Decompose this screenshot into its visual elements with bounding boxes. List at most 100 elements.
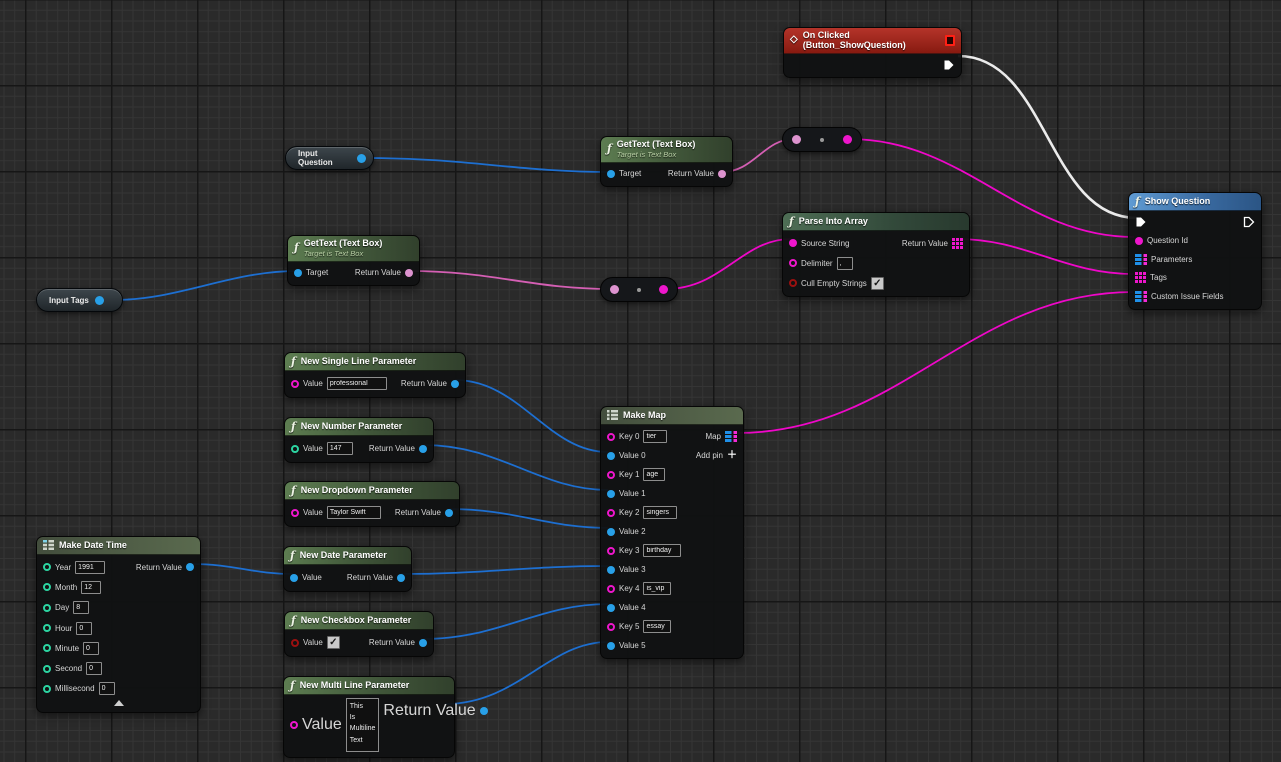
pin-return-value[interactable]: Return Value bbox=[668, 169, 726, 178]
node-make-map[interactable]: Make Map Key 0 Map bbox=[600, 406, 744, 659]
pin-value-0[interactable]: Value 0 bbox=[607, 451, 646, 460]
pin-tags[interactable]: Tags bbox=[1135, 272, 1167, 283]
node-gettext-question[interactable]: GetText (Text Box) Target is Text Box Ta… bbox=[600, 136, 733, 187]
text-input-pin[interactable] bbox=[610, 285, 619, 294]
node-gettext-tags[interactable]: GetText (Text Box) Target is Text Box Ta… bbox=[287, 235, 420, 286]
multiline-text-field[interactable]: This Is Multiline Text bbox=[346, 698, 380, 752]
pin-custom-issue-fields[interactable]: Custom Issue Fields bbox=[1135, 291, 1223, 302]
pin-return-value[interactable]: Return Value bbox=[401, 379, 459, 388]
pin-return-value[interactable]: Return Value bbox=[355, 268, 413, 277]
node-new-date-parameter[interactable]: New Date Parameter Value Return Value bbox=[283, 546, 412, 592]
node-on-clicked-event[interactable]: On Clicked (Button_ShowQuestion) bbox=[783, 27, 962, 78]
string-output-pin[interactable] bbox=[843, 135, 852, 144]
exec-pin-icon bbox=[1135, 216, 1147, 228]
pin-millisecond[interactable]: Millisecond bbox=[43, 682, 115, 695]
node-show-question[interactable]: Show Question bbox=[1128, 192, 1262, 310]
blueprint-canvas[interactable]: On Clicked (Button_ShowQuestion) bbox=[0, 0, 1281, 762]
conversion-node-text-to-string-2[interactable] bbox=[600, 277, 678, 302]
pin-value-5[interactable]: Value 5 bbox=[607, 641, 646, 650]
pin-key-4[interactable]: Key 4 bbox=[607, 582, 671, 595]
pin-month[interactable]: Month bbox=[43, 581, 101, 594]
node-new-number-parameter[interactable]: New Number Parameter Value Return Value bbox=[284, 417, 434, 463]
pin-value-2[interactable]: Value 2 bbox=[607, 527, 646, 536]
add-pin-button[interactable]: Add pin bbox=[696, 451, 737, 461]
second-field[interactable] bbox=[86, 662, 102, 675]
pin-target[interactable]: Target bbox=[294, 268, 328, 277]
conversion-node-text-to-string-1[interactable] bbox=[782, 127, 862, 152]
variable-node-input-question[interactable]: Input Question bbox=[285, 146, 374, 170]
pin-value[interactable]: Value bbox=[291, 506, 381, 519]
pin-key-3[interactable]: Key 3 bbox=[607, 544, 681, 557]
delegate-pin-icon[interactable] bbox=[945, 35, 955, 46]
pin-target[interactable]: Target bbox=[607, 169, 641, 178]
exec-in-pin[interactable] bbox=[1135, 216, 1147, 228]
pin-return-value[interactable]: Return Value bbox=[395, 508, 453, 517]
pin-day[interactable]: Day bbox=[43, 601, 89, 614]
pin-value[interactable]: Value bbox=[290, 573, 322, 582]
pin-map-output[interactable]: Map bbox=[705, 431, 737, 442]
variable-label: Input Tags bbox=[49, 296, 89, 305]
function-icon bbox=[290, 550, 295, 561]
array-pin-icon bbox=[1135, 272, 1146, 283]
node-title: New Checkbox Parameter bbox=[301, 615, 412, 625]
node-new-dropdown-parameter[interactable]: New Dropdown Parameter Value Return Valu… bbox=[284, 481, 460, 527]
cull-empty-checkbox[interactable] bbox=[871, 277, 884, 290]
pin-return-value[interactable]: Return Value bbox=[369, 444, 427, 453]
pin-key-5[interactable]: Key 5 bbox=[607, 620, 671, 633]
pin-value[interactable]: Value bbox=[291, 442, 353, 455]
pin-return-value[interactable]: Return Value bbox=[347, 573, 405, 582]
pin-delimiter[interactable]: Delimiter bbox=[789, 257, 853, 270]
node-make-date-time[interactable]: Make Date Time Year Return Value bbox=[36, 536, 201, 713]
exec-out-pin[interactable] bbox=[1243, 216, 1255, 228]
value-field[interactable] bbox=[327, 442, 353, 455]
exec-out-pin[interactable] bbox=[943, 59, 955, 71]
key-2-field[interactable] bbox=[643, 506, 677, 519]
node-parse-into-array[interactable]: Parse Into Array Source String Return Va… bbox=[782, 212, 970, 297]
node-new-multi-line-parameter[interactable]: New Multi Line Parameter Value This Is M… bbox=[283, 676, 455, 758]
day-field[interactable] bbox=[73, 601, 89, 614]
key-0-field[interactable] bbox=[643, 430, 667, 443]
minute-field[interactable] bbox=[83, 642, 99, 655]
text-input-pin[interactable] bbox=[792, 135, 801, 144]
collapse-arrow-icon[interactable] bbox=[114, 700, 124, 706]
pin-return-value[interactable]: Return Value bbox=[383, 702, 487, 720]
pin-value-1[interactable]: Value 1 bbox=[607, 489, 646, 498]
string-output-pin[interactable] bbox=[659, 285, 668, 294]
pin-key-0[interactable]: Key 0 bbox=[607, 430, 667, 443]
key-5-field[interactable] bbox=[643, 620, 671, 633]
millisecond-field[interactable] bbox=[99, 682, 115, 695]
pin-value[interactable]: Value bbox=[291, 377, 387, 390]
pin-value[interactable]: Value bbox=[290, 716, 342, 734]
hour-field[interactable] bbox=[76, 622, 92, 635]
key-4-field[interactable] bbox=[643, 582, 671, 595]
pin-return-value[interactable]: Return Value bbox=[136, 563, 194, 572]
pin-return-value[interactable]: Return Value bbox=[369, 638, 427, 647]
variable-output-pin[interactable] bbox=[357, 154, 366, 163]
pin-source-string[interactable]: Source String bbox=[789, 239, 849, 248]
pin-return-value[interactable]: Return Value bbox=[902, 238, 963, 249]
pin-hour[interactable]: Hour bbox=[43, 622, 92, 635]
pin-key-2[interactable]: Key 2 bbox=[607, 506, 677, 519]
variable-node-input-tags[interactable]: Input Tags bbox=[36, 288, 123, 312]
pin-minute[interactable]: Minute bbox=[43, 642, 99, 655]
key-3-field[interactable] bbox=[643, 544, 681, 557]
node-new-checkbox-parameter[interactable]: New Checkbox Parameter Value Return Valu… bbox=[284, 611, 434, 657]
pin-second[interactable]: Second bbox=[43, 662, 102, 675]
value-field[interactable] bbox=[327, 506, 381, 519]
pin-value-4[interactable]: Value 4 bbox=[607, 603, 646, 612]
year-field[interactable] bbox=[75, 561, 105, 574]
value-field[interactable] bbox=[327, 377, 387, 390]
month-field[interactable] bbox=[81, 581, 101, 594]
delimiter-field[interactable] bbox=[837, 257, 853, 270]
pin-key-1[interactable]: Key 1 bbox=[607, 468, 665, 481]
pin-year[interactable]: Year bbox=[43, 561, 105, 574]
node-new-single-line-parameter[interactable]: New Single Line Parameter Value Return V… bbox=[284, 352, 466, 398]
pin-question-id[interactable]: Question Id bbox=[1135, 236, 1188, 245]
pin-value[interactable]: Value bbox=[291, 636, 340, 649]
pin-parameters[interactable]: Parameters bbox=[1135, 254, 1192, 265]
key-1-field[interactable] bbox=[643, 468, 665, 481]
pin-value-3[interactable]: Value 3 bbox=[607, 565, 646, 574]
variable-output-pin[interactable] bbox=[95, 296, 104, 305]
pin-cull-empty-strings[interactable]: Cull Empty Strings bbox=[789, 277, 884, 290]
value-checkbox[interactable] bbox=[327, 636, 340, 649]
